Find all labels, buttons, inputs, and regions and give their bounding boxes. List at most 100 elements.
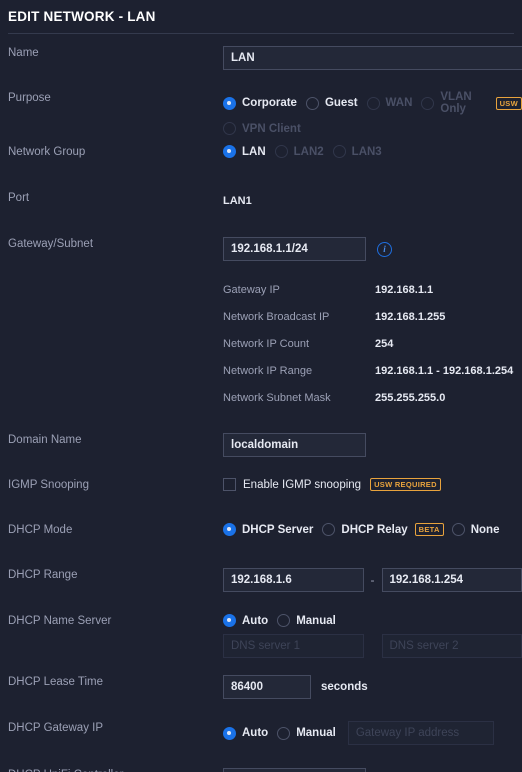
radio-indicator bbox=[421, 96, 435, 110]
label-purpose: Purpose bbox=[8, 92, 51, 104]
radio-label: DHCP Relay bbox=[341, 523, 408, 536]
dhcp-mode-options: DHCP Server DHCP Relay BETA None bbox=[223, 523, 522, 536]
radio-indicator bbox=[277, 726, 291, 740]
field-row-gateway-subnet: Gateway/Subnet 192.168.1.1/24 i bbox=[0, 237, 522, 271]
gateway-subnet-control: 192.168.1.1/24 i bbox=[223, 237, 522, 261]
field-row-dhcp-mode: DHCP Mode DHCP Server DHCP Relay BETA No… bbox=[0, 523, 522, 557]
radio-indicator bbox=[223, 96, 236, 110]
network-group-options: LAN LAN2 LAN3 bbox=[223, 145, 522, 158]
network-form: Name LAN Purpose Corporate Guest WAN VLA… bbox=[0, 46, 522, 772]
radio-purpose-vlan-only: VLAN Only bbox=[421, 91, 486, 115]
detail-row: Network IP Count 254 bbox=[223, 338, 522, 365]
dhcp-range-control: 192.168.1.6 - 192.168.1.254 bbox=[223, 568, 522, 592]
dns-server-1-input: DNS server 1 bbox=[223, 634, 364, 658]
gateway-subnet-input[interactable]: 192.168.1.1/24 bbox=[223, 237, 366, 261]
radio-purpose-corporate[interactable]: Corporate bbox=[223, 96, 297, 110]
label-dhcp-name-server: DHCP Name Server bbox=[8, 615, 112, 627]
dhcp-range-start-input[interactable]: 192.168.1.6 bbox=[223, 568, 364, 592]
radio-dhcp-server[interactable]: DHCP Server bbox=[223, 523, 313, 536]
radio-dhcp-relay[interactable]: DHCP Relay bbox=[322, 523, 408, 536]
label-port: Port bbox=[8, 192, 30, 204]
label-igmp-snooping: IGMP Snooping bbox=[8, 479, 89, 491]
detail-label: Network IP Count bbox=[223, 338, 310, 350]
lease-time-unit: seconds bbox=[321, 681, 368, 693]
lease-time-control: 86400 seconds bbox=[223, 675, 522, 699]
radio-indicator bbox=[223, 523, 236, 536]
dhcp-lease-time-input[interactable]: 86400 bbox=[223, 675, 311, 699]
label-domain-name: Domain Name bbox=[8, 434, 82, 446]
radio-gateway-ip-manual[interactable]: Manual bbox=[277, 726, 336, 740]
radio-label: None bbox=[470, 523, 500, 536]
field-row-igmp-snooping: IGMP Snooping Enable IGMP snooping USW R… bbox=[0, 478, 522, 512]
radio-label: Manual bbox=[296, 614, 336, 627]
radio-label: Manual bbox=[296, 727, 336, 739]
radio-label: LAN bbox=[242, 145, 266, 158]
network-details-table: Gateway IP 192.168.1.1 Network Broadcast… bbox=[0, 284, 522, 419]
radio-indicator bbox=[451, 523, 465, 536]
label-dhcp-range: DHCP Range bbox=[8, 569, 78, 581]
field-row-domain-name: Domain Name localdomain bbox=[0, 433, 522, 467]
radio-label: VLAN Only bbox=[440, 91, 472, 115]
field-row-port: Port LAN1 bbox=[0, 191, 522, 225]
detail-row: Network Subnet Mask 255.255.255.0 bbox=[223, 392, 522, 419]
field-row-dhcp-range: DHCP Range 192.168.1.6 - 192.168.1.254 bbox=[0, 568, 522, 602]
badge-usw-required: USW REQUIRED bbox=[370, 478, 441, 491]
dhcp-range-end-input[interactable]: 192.168.1.254 bbox=[381, 568, 522, 592]
radio-indicator bbox=[274, 145, 288, 158]
purpose-options-line2: VPN Client bbox=[223, 122, 522, 135]
radio-indicator bbox=[305, 96, 319, 110]
badge-usw: USW bbox=[495, 96, 522, 110]
dhcp-unifi-controller-input[interactable]: UniFi IP address bbox=[223, 768, 366, 772]
label-dhcp-mode: DHCP Mode bbox=[8, 524, 73, 536]
label-network-group: Network Group bbox=[8, 146, 86, 158]
domain-name-input[interactable]: localdomain bbox=[223, 433, 366, 457]
radio-indicator bbox=[277, 614, 291, 627]
dns-server-2-input: DNS server 2 bbox=[381, 634, 522, 658]
radio-label: LAN2 bbox=[293, 145, 324, 158]
label-dhcp-lease-time: DHCP Lease Time bbox=[8, 676, 104, 688]
name-input[interactable]: LAN bbox=[223, 46, 522, 70]
field-row-name: Name LAN bbox=[0, 46, 522, 80]
radio-label: VPN Client bbox=[242, 122, 301, 135]
radio-group-lan2: LAN2 bbox=[274, 145, 324, 158]
label-dhcp-unifi-controller: DHCP UniFi Controller bbox=[0, 768, 223, 772]
radio-purpose-vpn-client: VPN Client bbox=[223, 122, 301, 135]
radio-indicator bbox=[223, 726, 236, 740]
detail-value: 255.255.255.0 bbox=[375, 392, 446, 404]
detail-value: 192.168.1.1 bbox=[375, 284, 434, 296]
radio-label: Corporate bbox=[242, 97, 297, 109]
info-icon[interactable]: i bbox=[377, 241, 392, 257]
header-divider bbox=[8, 33, 514, 34]
radio-label: Auto bbox=[242, 727, 269, 739]
panel-header: EDIT NETWORK - LAN bbox=[0, 0, 522, 24]
purpose-options-line1: Corporate Guest WAN VLAN Only USW bbox=[223, 91, 522, 115]
checkbox-enable-igmp-snooping[interactable]: Enable IGMP snooping bbox=[223, 478, 361, 491]
dhcp-gateway-ip-control: Auto Manual Gateway IP address bbox=[223, 721, 522, 745]
detail-label: Network IP Range bbox=[223, 365, 313, 377]
radio-name-server-auto[interactable]: Auto bbox=[223, 614, 268, 627]
radio-label: LAN3 bbox=[351, 145, 382, 158]
radio-purpose-wan: WAN bbox=[366, 96, 412, 110]
radio-dhcp-none[interactable]: None bbox=[451, 523, 500, 536]
unifi-controller-control: UniFi IP address i bbox=[223, 768, 522, 772]
dns-inputs: DNS server 1 - DNS server 2 bbox=[223, 634, 522, 658]
field-row-purpose: Purpose Corporate Guest WAN VLAN Only US… bbox=[0, 91, 522, 135]
radio-name-server-manual[interactable]: Manual bbox=[277, 614, 336, 627]
label-dhcp-gateway-ip: DHCP Gateway IP bbox=[8, 722, 104, 734]
label-gateway-subnet: Gateway/Subnet bbox=[8, 238, 94, 250]
checkbox-label: Enable IGMP snooping bbox=[243, 478, 362, 491]
detail-row: Network Broadcast IP 192.168.1.255 bbox=[223, 311, 522, 338]
detail-value: 192.168.1.1 - 192.168.1.254 bbox=[375, 365, 514, 377]
radio-purpose-guest[interactable]: Guest bbox=[305, 96, 358, 110]
radio-group-lan[interactable]: LAN bbox=[223, 145, 266, 158]
edit-network-panel: EDIT NETWORK - LAN Name LAN Purpose Corp… bbox=[0, 0, 522, 772]
dhcp-gateway-ip-input: Gateway IP address bbox=[347, 721, 494, 745]
detail-label: Network Broadcast IP bbox=[223, 311, 330, 323]
radio-gateway-ip-auto[interactable]: Auto bbox=[223, 726, 269, 740]
range-separator: - bbox=[370, 573, 375, 587]
radio-label: Guest bbox=[324, 97, 358, 109]
radio-indicator bbox=[223, 614, 236, 627]
detail-value: 254 bbox=[375, 338, 394, 350]
detail-row: Gateway IP 192.168.1.1 bbox=[223, 284, 522, 311]
radio-indicator bbox=[366, 96, 380, 110]
